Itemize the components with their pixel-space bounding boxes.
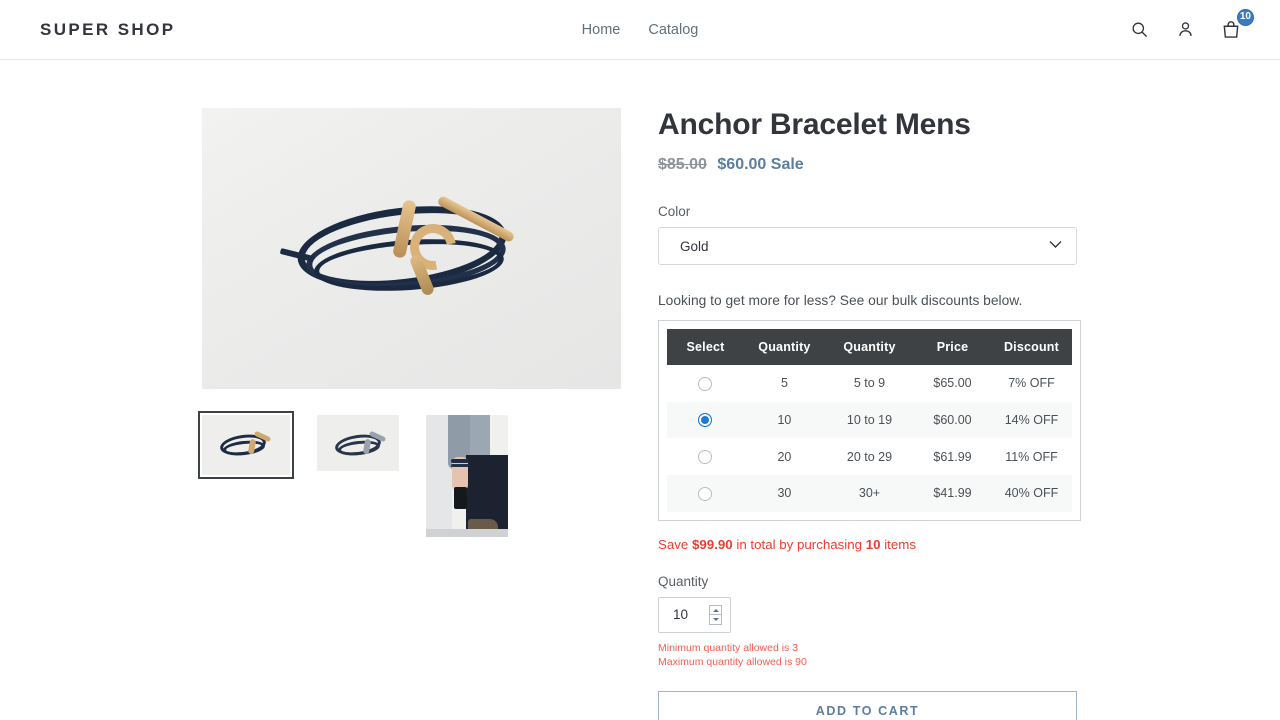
- quantity-min-warning: Minimum quantity allowed is 3: [658, 641, 799, 654]
- cell-discount: 7% OFF: [1008, 376, 1055, 391]
- radio-tier-1[interactable]: [698, 376, 713, 391]
- product-main-image[interactable]: [202, 108, 621, 389]
- color-select[interactable]: Gold: [658, 227, 1077, 265]
- cell-quantity: 10: [777, 413, 792, 428]
- thumbnail-3[interactable]: [426, 415, 508, 537]
- cell-select[interactable]: [667, 475, 744, 512]
- cell-quantity: 30: [777, 486, 792, 501]
- th-price: Price: [914, 329, 991, 365]
- cell-price: $41.99: [933, 486, 972, 501]
- search-icon[interactable]: [1124, 15, 1154, 45]
- th-quantity-range: Quantity: [824, 329, 915, 365]
- savings-amount: $99.90: [692, 536, 733, 552]
- quantity-input[interactable]: 10: [658, 596, 731, 633]
- cell-quantity: 5: [780, 376, 788, 391]
- chevron-down-icon: [1049, 237, 1062, 252]
- header-icon-group: 10: [1124, 8, 1254, 45]
- bulk-discount-note: Looking to get more for less? See our bu…: [658, 293, 1023, 308]
- table-row[interactable]: 30 30+ $41.99 40% OFF: [667, 475, 1072, 512]
- product-details: Anchor Bracelet Mens $85.00 $60.00 Sale …: [658, 108, 1081, 720]
- price-sale: $60.00: [717, 156, 767, 173]
- price-original: $85.00: [658, 156, 707, 173]
- savings-message: Save $99.90 in total by purchasing 10 it…: [658, 537, 1078, 552]
- quantity-max-warning: Maximum quantity allowed is 90: [658, 655, 807, 668]
- site-header: SUPER SHOP Home Catalog 10: [0, 0, 1280, 60]
- thumbnail-list: [198, 411, 622, 537]
- quantity-label: Quantity: [658, 573, 709, 589]
- bulk-discount-table: Select Quantity Quantity Price Discount …: [658, 320, 1081, 521]
- radio-tier-4[interactable]: [698, 486, 713, 501]
- table-row[interactable]: 10 10 to 19 $60.00 14% OFF: [667, 401, 1072, 439]
- cart-icon[interactable]: 10: [1216, 8, 1254, 45]
- cell-discount: 11% OFF: [1005, 449, 1058, 464]
- stepper-up-icon[interactable]: [709, 604, 722, 616]
- color-select-value: Gold: [680, 238, 709, 254]
- th-quantity: Quantity: [743, 329, 825, 365]
- quantity-stepper[interactable]: [709, 604, 722, 625]
- price-row: $85.00 $60.00 Sale: [658, 156, 1078, 174]
- table-header-row: Select Quantity Quantity Price Discount: [667, 329, 1072, 365]
- thumbnail-2[interactable]: [317, 415, 399, 471]
- table-row[interactable]: 20 20 to 29 $61.99 11% OFF: [667, 438, 1072, 475]
- stepper-down-icon[interactable]: [709, 615, 722, 625]
- quantity-value: 10: [673, 607, 689, 623]
- cell-discount: 14% OFF: [1004, 413, 1059, 428]
- savings-suffix: items: [880, 536, 916, 552]
- brand-logo[interactable]: SUPER SHOP: [40, 20, 175, 40]
- cell-range: 10 to 19: [846, 413, 893, 428]
- cell-select[interactable]: [667, 402, 744, 439]
- cell-range: 20 to 29: [846, 449, 893, 464]
- th-select: Select: [667, 329, 744, 365]
- savings-middle: in total by purchasing: [732, 536, 866, 552]
- cell-select[interactable]: [667, 365, 744, 402]
- main-navigation: Home Catalog: [582, 22, 699, 38]
- product-gallery: [198, 108, 622, 720]
- cell-select[interactable]: [667, 438, 744, 475]
- table-row[interactable]: 5 5 to 9 $65.00 7% OFF: [667, 365, 1072, 402]
- cell-price: $60.00: [933, 413, 972, 428]
- cart-count-badge: 10: [1236, 8, 1254, 26]
- th-discount: Discount: [990, 329, 1072, 365]
- nav-link-catalog[interactable]: Catalog: [648, 22, 698, 38]
- account-icon[interactable]: [1170, 15, 1200, 45]
- add-to-cart-button[interactable]: ADD TO CART: [658, 691, 1077, 720]
- thumbnail-1[interactable]: [198, 411, 294, 479]
- cell-range: 5 to 9: [853, 376, 886, 391]
- savings-count: 10: [865, 536, 881, 552]
- cell-price: $65.00: [933, 376, 972, 391]
- page-title: Anchor Bracelet Mens: [658, 108, 971, 141]
- product-page: Anchor Bracelet Mens $85.00 $60.00 Sale …: [0, 60, 1280, 720]
- color-label: Color: [658, 204, 691, 219]
- cell-discount: 40% OFF: [1004, 486, 1059, 501]
- bulk-table-body: 5 5 to 9 $65.00 7% OFF 10 10 to 19 $60.0…: [667, 365, 1072, 512]
- cell-range: 30+: [858, 486, 881, 501]
- cell-price: $61.99: [933, 449, 972, 464]
- radio-tier-3[interactable]: [698, 450, 713, 465]
- savings-prefix: Save: [658, 536, 693, 552]
- nav-link-home[interactable]: Home: [582, 22, 621, 38]
- radio-tier-2[interactable]: [698, 413, 713, 428]
- sale-badge: Sale: [770, 156, 804, 173]
- cell-quantity: 20: [777, 449, 792, 464]
